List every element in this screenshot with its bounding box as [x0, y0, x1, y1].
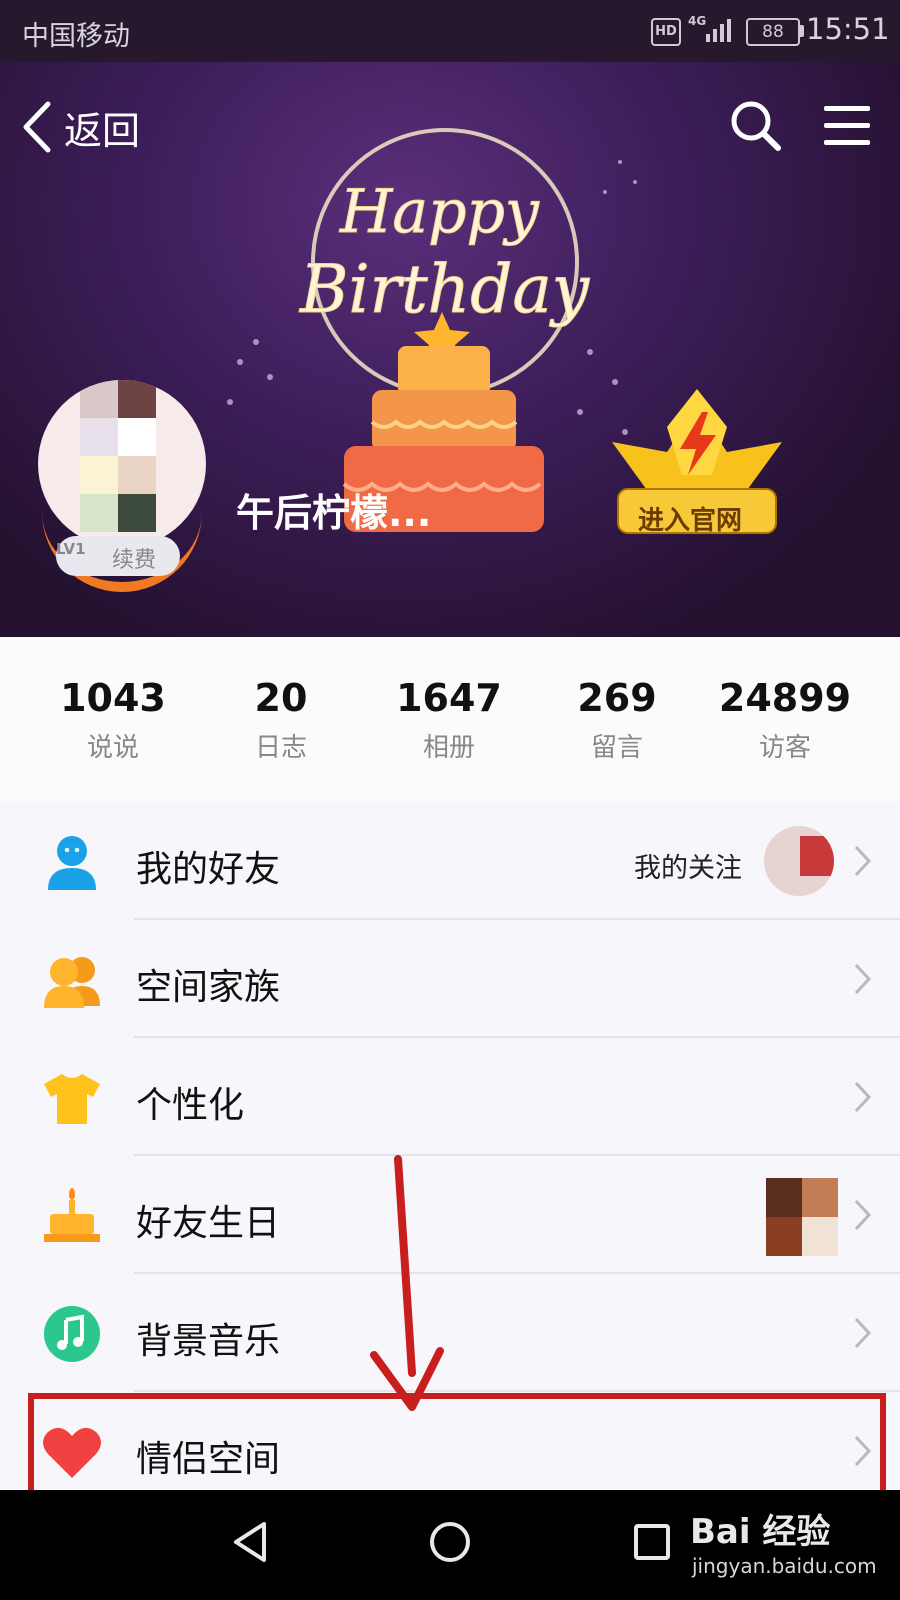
menu-item-label: 个性化 [136, 1085, 245, 1126]
chevron-right-icon [854, 1199, 872, 1231]
menu-item-bg-music[interactable]: 背景音乐 [0, 1274, 900, 1392]
network-type: 4G [688, 14, 707, 28]
menu-item-label: 好友生日 [136, 1203, 281, 1244]
stat-label: 访客 [758, 733, 811, 763]
stat-visitors[interactable]: 24899 访客 [700, 675, 870, 764]
chevron-right-icon [854, 1317, 872, 1349]
birthday-cake-icon [44, 1188, 100, 1242]
svg-text:Birthday: Birthday [299, 251, 590, 328]
family-icon [44, 957, 100, 1008]
profile-banner: 返回 Happy Birthday LV1 续费 午后柠檬... 进入官网 [0, 62, 900, 637]
nav-back-icon[interactable] [230, 1520, 270, 1564]
friend-icon [48, 836, 96, 890]
nav-home-icon[interactable] [428, 1520, 472, 1564]
chevron-right-icon [854, 963, 872, 995]
avatar[interactable] [38, 380, 206, 548]
navigation-bar: Bai 经验 jingyan.baidu.com [0, 1490, 900, 1600]
carrier-label: 中国移动 [22, 21, 130, 52]
menu-item-label: 情侣空间 [136, 1439, 281, 1480]
music-note-icon [44, 1306, 100, 1362]
signal-icon [706, 19, 731, 42]
heart-icon [43, 1427, 101, 1478]
stat-value: 1647 [396, 676, 502, 720]
nav-recents-icon[interactable] [632, 1522, 672, 1562]
stat-value: 24899 [718, 676, 852, 720]
back-label: 返回 [64, 109, 141, 153]
back-button[interactable]: 返回 [20, 96, 150, 156]
watermark-url: jingyan.baidu.com [692, 1554, 877, 1578]
svg-text:Happy: Happy [339, 177, 540, 247]
stat-album[interactable]: 1647 相册 [364, 675, 534, 764]
stat-blog[interactable]: 20 日志 [196, 675, 366, 764]
renew-label: 续费 [112, 548, 157, 573]
chevron-left-icon [23, 101, 51, 153]
vip-level-badge: LV1 [56, 540, 86, 558]
search-icon[interactable] [728, 98, 784, 154]
clock: 15:51 [806, 12, 890, 46]
stat-value: 20 [254, 676, 308, 720]
birthday-cake-illustration: Happy Birthday [227, 128, 637, 532]
menu-item-friend-birthday[interactable]: 好友生日 [0, 1156, 900, 1274]
username: 午后柠檬... [236, 491, 432, 535]
battery-tip [800, 25, 804, 37]
menu-item-friends[interactable]: 我的好友 我的关注 [0, 802, 900, 920]
hd-icon: HD [651, 18, 681, 46]
menu-item-label: 空间家族 [136, 967, 281, 1008]
stat-label: 说说 [86, 733, 139, 763]
stat-label: 留言 [590, 733, 643, 763]
menu-item-label: 背景音乐 [136, 1321, 281, 1362]
watermark-logo: Bai 经验 [690, 1512, 831, 1552]
tshirt-icon [44, 1074, 100, 1124]
stat-shuoshuo[interactable]: 1043 说说 [28, 675, 198, 764]
follow-avatar [764, 826, 834, 896]
menu-item-label: 我的好友 [136, 849, 281, 890]
status-bar: 中国移动 HD 4G 88 15:51 [0, 0, 900, 62]
my-follow-label: 我的关注 [634, 853, 742, 884]
stat-messages[interactable]: 269 留言 [532, 675, 702, 764]
menu-item-personalize[interactable]: 个性化 [0, 1038, 900, 1156]
stat-value: 1043 [60, 676, 166, 720]
profile-stats: 1043 说说 20 日志 1647 相册 269 留言 24899 访客 [0, 637, 900, 804]
menu-item-family[interactable]: 空间家族 [0, 920, 900, 1038]
birthday-friend-avatar [766, 1178, 838, 1256]
chevron-right-icon [854, 1081, 872, 1113]
stat-label: 日志 [254, 733, 307, 763]
hamburger-menu-icon[interactable] [822, 102, 872, 150]
stat-value: 269 [577, 676, 657, 720]
chevron-right-icon [854, 1435, 872, 1467]
chevron-right-icon [854, 845, 872, 877]
official-site-label: 进入官网 [638, 506, 743, 536]
stat-label: 相册 [422, 733, 475, 763]
menu-list: 我的好友 我的关注 空间家族 个性化 好友生日 背景音乐 情侣空间 [0, 802, 900, 1490]
battery-icon: 88 [746, 18, 800, 46]
